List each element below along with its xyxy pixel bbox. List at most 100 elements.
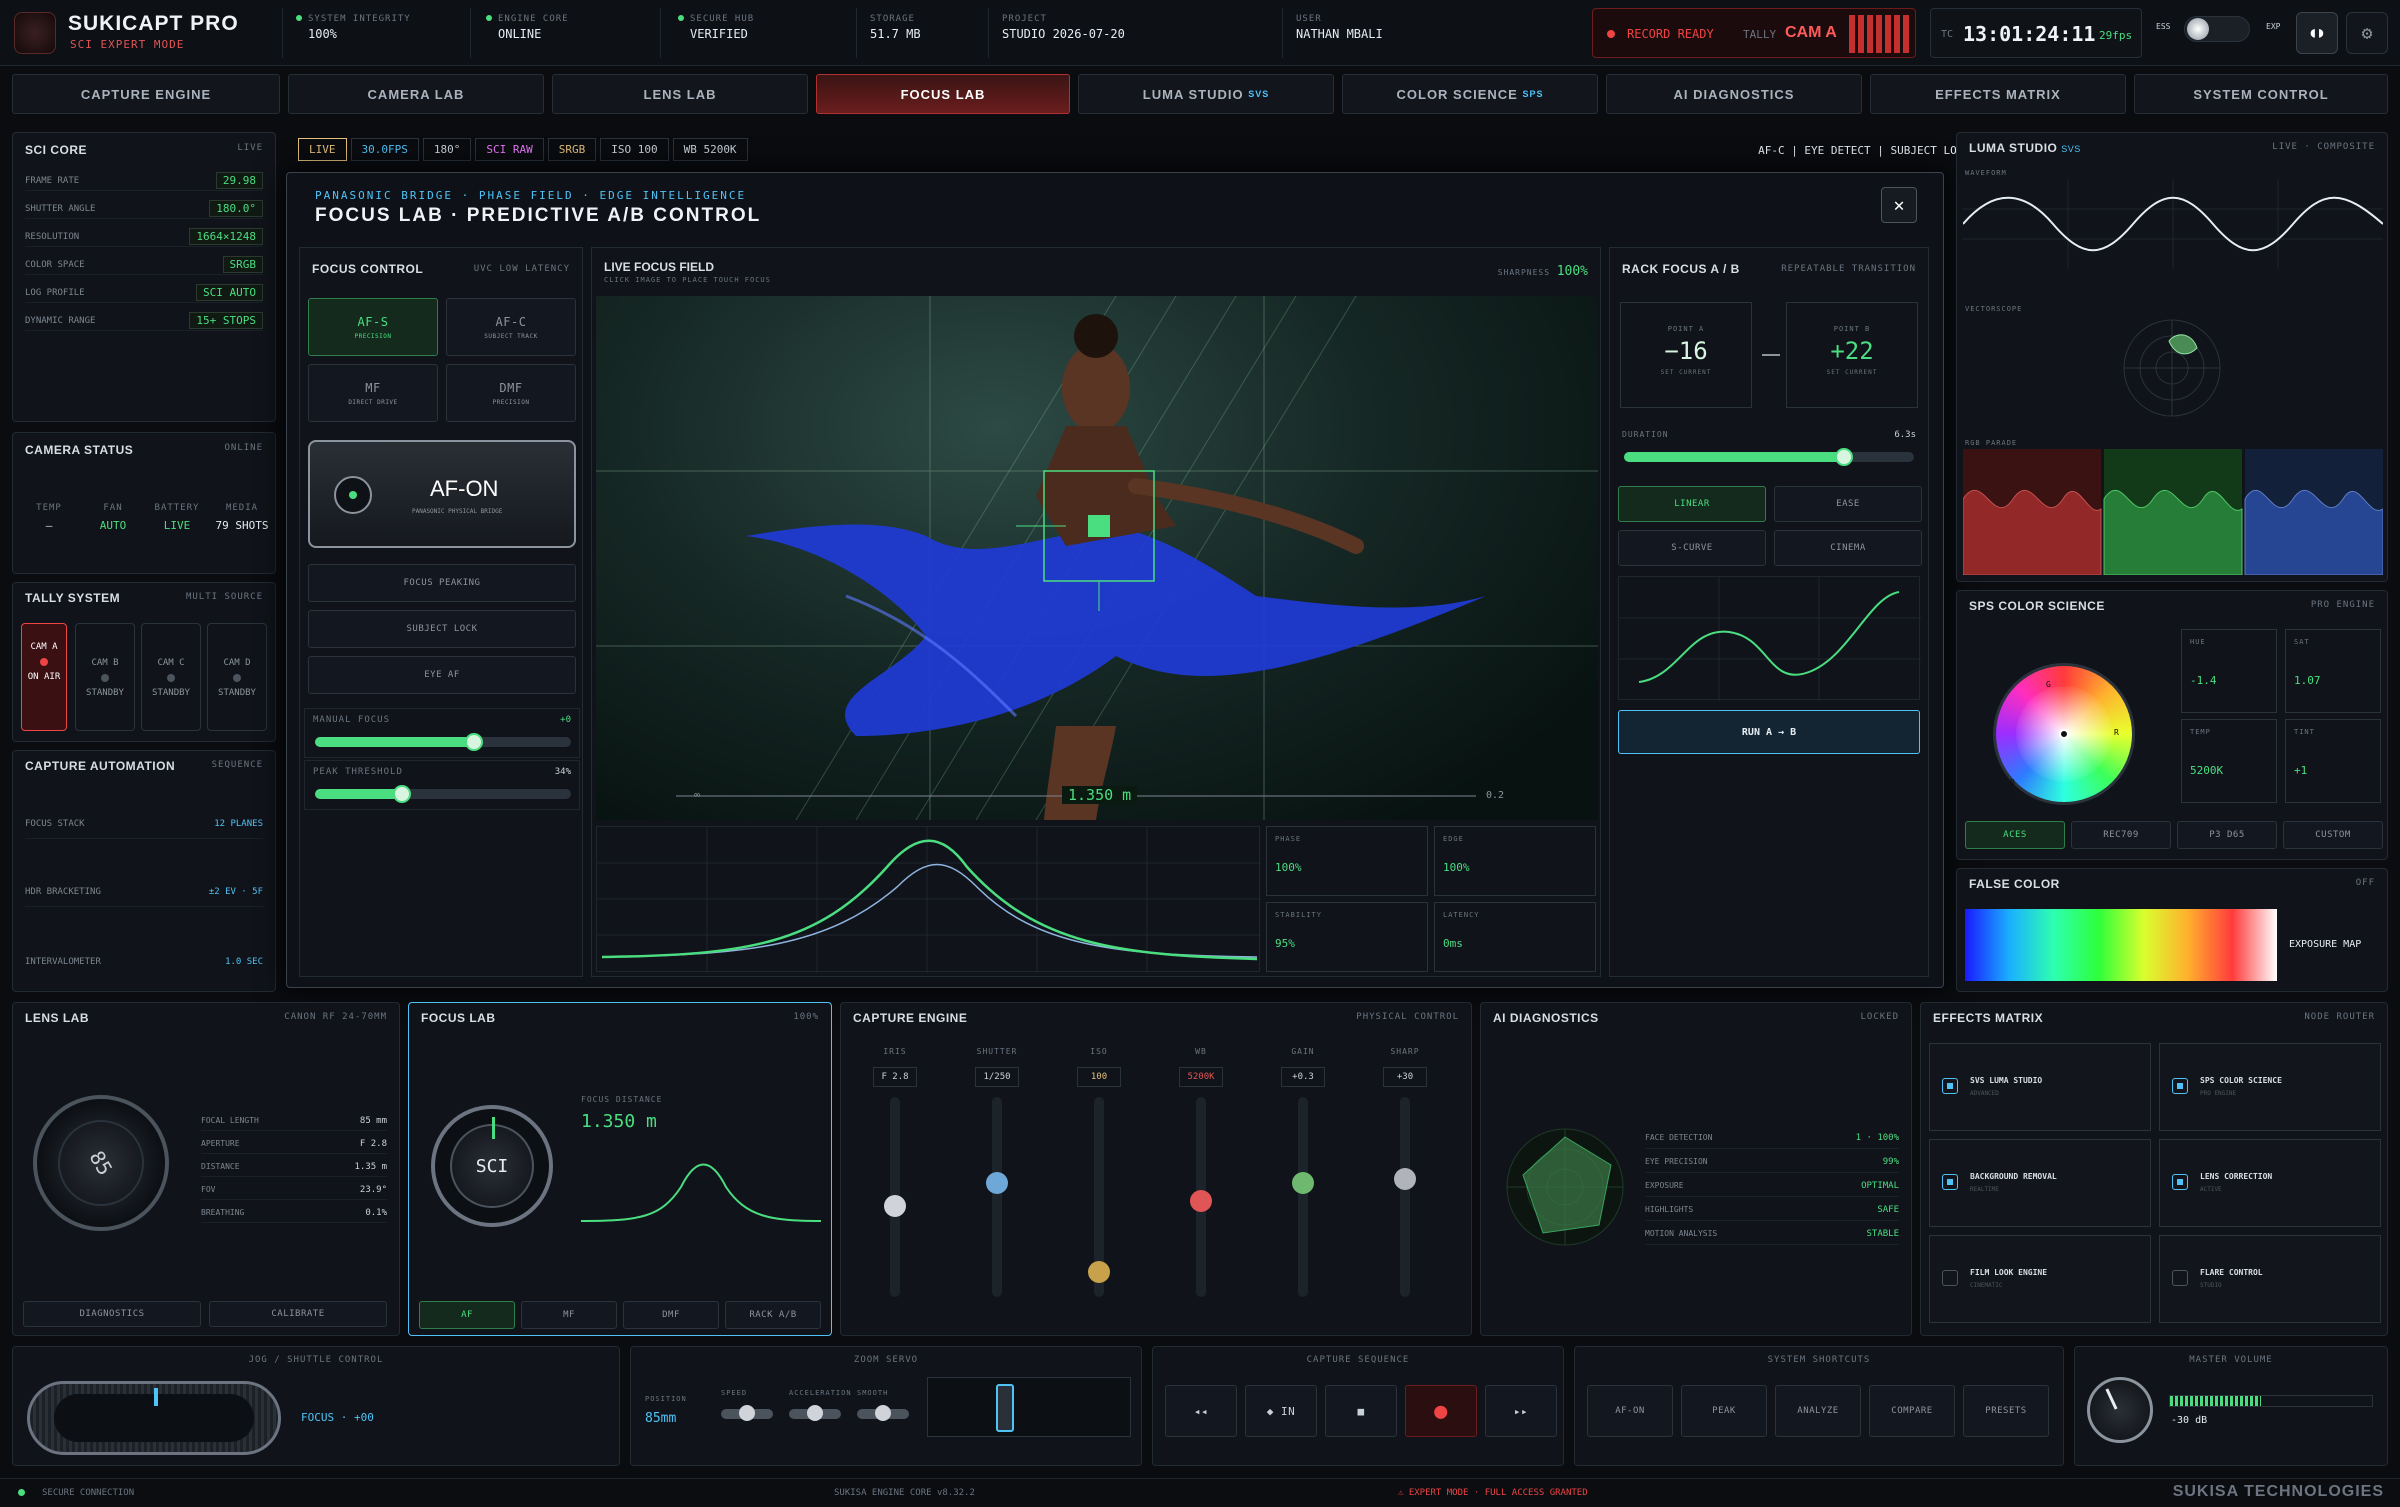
fader-value[interactable]: +30	[1383, 1067, 1427, 1087]
close-icon[interactable]: ✕	[1881, 187, 1917, 223]
fader-value[interactable]: 1/250	[975, 1067, 1019, 1087]
sps-sat[interactable]: SAT 1.07	[2285, 629, 2381, 713]
lens-dial[interactable]: 85	[33, 1095, 169, 1231]
eye-af-button[interactable]: EYE AF	[308, 656, 576, 694]
acceleration-slider[interactable]	[789, 1405, 841, 1421]
tally-cam-c[interactable]: CAM C STANDBY	[141, 623, 201, 731]
tab-lens-lab[interactable]: LENS LAB	[552, 74, 808, 114]
automation-row[interactable]: HDR BRACKETING ±2 EV · 5F	[25, 877, 263, 907]
automation-row[interactable]: FOCUS STACK 12 PLANES	[25, 809, 263, 839]
mode-af-c[interactable]: AF-C SUBJECT TRACK	[446, 298, 576, 356]
sps-tint[interactable]: TINT +1	[2285, 719, 2381, 803]
fader-track[interactable]	[1394, 1097, 1416, 1297]
effect-node[interactable]: FILM LOOK ENGINE CINEMATIC	[1929, 1235, 2151, 1323]
jog-wheel[interactable]	[27, 1381, 281, 1455]
checkbox-empty-icon[interactable]	[2172, 1270, 2188, 1286]
color-mode-rec709[interactable]: REC709	[2071, 821, 2171, 849]
fader-knob[interactable]	[1088, 1260, 1110, 1283]
tab-camera-lab[interactable]: CAMERA LAB	[288, 74, 544, 114]
calibrate-button[interactable]: CALIBRATE	[209, 1301, 387, 1327]
fader-track[interactable]	[884, 1097, 906, 1297]
fader-value[interactable]: F 2.8	[873, 1067, 917, 1087]
focus-mode-rack[interactable]: RACK A/B	[725, 1301, 821, 1329]
diagnostics-button[interactable]: DIAGNOSTICS	[23, 1301, 201, 1327]
point-b[interactable]: POINT B +22 SET CURRENT	[1786, 302, 1918, 408]
af-on-button[interactable]: AF-ON PANASONIC PHYSICAL BRIDGE	[308, 440, 576, 548]
record-tally-box[interactable]: RECORD READY TALLY CAM A	[1592, 8, 1916, 58]
effect-node[interactable]: SPS COLOR SCIENCE PRO ENGINE	[2159, 1043, 2381, 1131]
run-a-b-button[interactable]: RUN A → B	[1618, 710, 1920, 754]
rewind-button[interactable]: ◂◂	[1165, 1385, 1237, 1437]
stop-button[interactable]: ■	[1325, 1385, 1397, 1437]
false-color-badge[interactable]: OFF	[2356, 878, 2375, 888]
fader-value[interactable]: 100	[1077, 1067, 1121, 1087]
mode-dmf[interactable]: DMF PRECISION	[446, 364, 576, 422]
gear-icon[interactable]: ⚙	[2346, 12, 2388, 54]
curve-linear[interactable]: LINEAR	[1618, 486, 1766, 522]
tally-cam-d[interactable]: CAM D STANDBY	[207, 623, 267, 731]
shortcut-compare[interactable]: COMPARE	[1869, 1385, 1955, 1437]
color-mode-p3[interactable]: P3 D65	[2177, 821, 2277, 849]
duration-slider[interactable]	[1624, 448, 1914, 466]
focus-peaking-button[interactable]: FOCUS PEAKING	[308, 564, 576, 602]
fader-knob[interactable]	[884, 1194, 906, 1217]
fader-track[interactable]	[986, 1097, 1008, 1297]
fast-forward-button[interactable]: ▸▸	[1485, 1385, 1557, 1437]
shortcut-presets[interactable]: PRESETS	[1963, 1385, 2049, 1437]
tab-ai-diagnostics[interactable]: AI DIAGNOSTICS	[1606, 74, 1862, 114]
speed-slider[interactable]	[721, 1405, 773, 1421]
tab-effects-matrix[interactable]: EFFECTS MATRIX	[1870, 74, 2126, 114]
fader-knob[interactable]	[1292, 1171, 1314, 1194]
fader-value[interactable]: +0.3	[1281, 1067, 1325, 1087]
tally-cam-a[interactable]: CAM A ON AIR	[21, 623, 67, 731]
tally-cam-b[interactable]: CAM B STANDBY	[75, 623, 135, 731]
focus-dial[interactable]: SCI	[431, 1105, 553, 1227]
shortcut-peak[interactable]: PEAK	[1681, 1385, 1767, 1437]
focus-mode-mf[interactable]: MF	[521, 1301, 617, 1329]
mark-in-button[interactable]: ◆ IN	[1245, 1385, 1317, 1437]
checkbox-checked-icon[interactable]	[2172, 1174, 2188, 1190]
live-view-image[interactable]: ∞ 1.350 m 0.2	[596, 296, 1598, 820]
color-mode-custom[interactable]: CUSTOM	[2283, 821, 2383, 849]
automation-row[interactable]: INTERVALOMETER 1.0 SEC	[25, 947, 263, 977]
mode-af-s[interactable]: AF-S PRECISION	[308, 298, 438, 356]
checkbox-checked-icon[interactable]	[1942, 1078, 1958, 1094]
tab-capture-engine[interactable]: CAPTURE ENGINE	[12, 74, 280, 114]
curve-cinema[interactable]: CINEMA	[1774, 530, 1922, 566]
exposure-toggle[interactable]	[2184, 16, 2250, 42]
mode-mf[interactable]: MF DIRECT DRIVE	[308, 364, 438, 422]
tab-color-science[interactable]: COLOR SCIENCE SPS	[1342, 74, 1598, 114]
color-wheel[interactable]: G R B	[1993, 663, 2135, 805]
manual-focus-slider[interactable]	[315, 733, 571, 751]
point-a[interactable]: POINT A −16 SET CURRENT	[1620, 302, 1752, 408]
focus-mode-af[interactable]: AF	[419, 1301, 515, 1329]
fader-value[interactable]: 5200K	[1179, 1067, 1223, 1087]
tab-focus-lab[interactable]: FOCUS LAB	[816, 74, 1070, 114]
sps-temp[interactable]: TEMP 5200K	[2181, 719, 2277, 803]
shortcut-af-on[interactable]: AF-ON	[1587, 1385, 1673, 1437]
peak-threshold-slider[interactable]	[315, 785, 571, 803]
focus-mode-dmf[interactable]: DMF	[623, 1301, 719, 1329]
split-view-icon[interactable]: ◖◗	[2296, 12, 2338, 54]
tab-luma-studio[interactable]: LUMA STUDIO SVS	[1078, 74, 1334, 114]
sps-hue[interactable]: HUE -1.4	[2181, 629, 2277, 713]
record-button[interactable]: ●	[1405, 1385, 1477, 1437]
fader-track[interactable]	[1088, 1097, 1110, 1297]
volume-knob[interactable]	[2087, 1377, 2153, 1443]
fader-track[interactable]	[1292, 1097, 1314, 1297]
checkbox-checked-icon[interactable]	[2172, 1078, 2188, 1094]
effect-node[interactable]: BACKGROUND REMOVAL REALTIME	[1929, 1139, 2151, 1227]
color-mode-aces[interactable]: ACES	[1965, 821, 2065, 849]
effect-node[interactable]: FLARE CONTROL STUDIO	[2159, 1235, 2381, 1323]
tab-system-control[interactable]: SYSTEM CONTROL	[2134, 74, 2388, 114]
shortcut-analyze[interactable]: ANALYZE	[1775, 1385, 1861, 1437]
fader-knob[interactable]	[1190, 1189, 1212, 1212]
curve-s-curve[interactable]: S-CURVE	[1618, 530, 1766, 566]
checkbox-empty-icon[interactable]	[1942, 1270, 1958, 1286]
subject-lock-button[interactable]: SUBJECT LOCK	[308, 610, 576, 648]
fader-track[interactable]	[1190, 1097, 1212, 1297]
fader-knob[interactable]	[986, 1171, 1008, 1194]
checkbox-checked-icon[interactable]	[1942, 1174, 1958, 1190]
smooth-slider[interactable]	[857, 1405, 909, 1421]
curve-ease[interactable]: EASE	[1774, 486, 1922, 522]
